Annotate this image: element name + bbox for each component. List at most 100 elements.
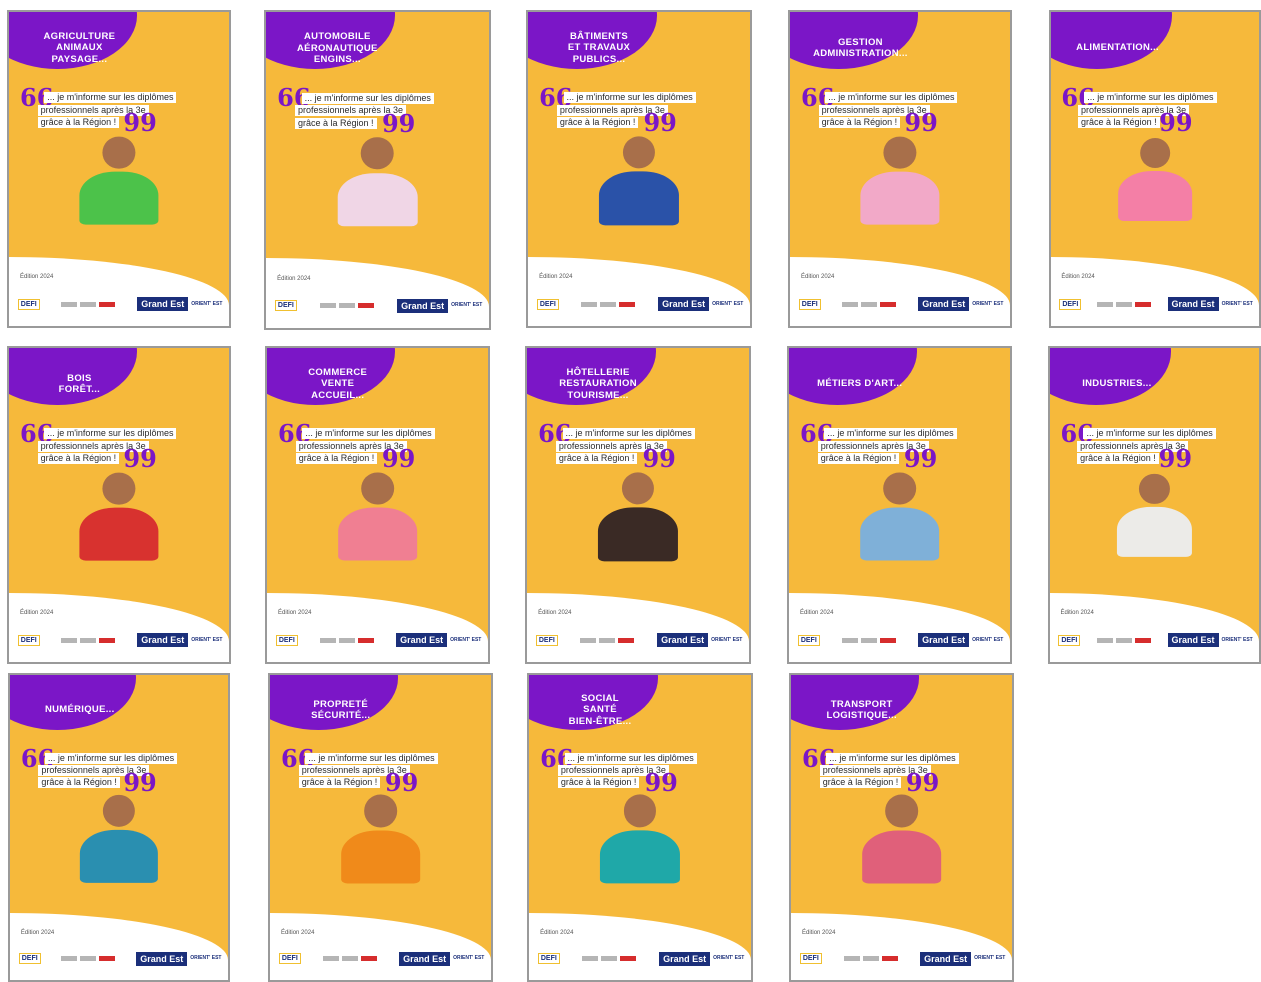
brochure-card[interactable]: ALIMENTATION... 66... je m'informe sur le… [1049, 10, 1261, 328]
defi-logo: DEFI [17, 298, 40, 310]
card-footer: DEFI Grand Est ORIENT' EST [799, 946, 1005, 970]
republique-logo [601, 956, 618, 962]
quote-line-3: grâce à la Région ! [817, 453, 900, 465]
student-torso [1117, 507, 1192, 558]
student-torso [859, 507, 940, 561]
edition-label: Édition 2024 [278, 610, 312, 617]
partner-logos [1083, 637, 1164, 643]
close-quote-icon: 99 [642, 443, 676, 473]
onisep-logo [881, 956, 898, 962]
partner-logos [304, 956, 396, 962]
quote-line-1: ... je m'informe sur les diplômes [305, 752, 438, 764]
student-photo [587, 472, 689, 561]
orient-est-logo: ORIENT' EST [972, 300, 1004, 307]
partner-logos [44, 956, 134, 962]
brochure-card[interactable]: AUTOMOBILE AÉRONAUTIQUE ENGINS... 66... j… [264, 10, 491, 330]
orient-est-logo: ORIENT' EST [190, 955, 222, 962]
edition-label: Édition 2024 [801, 274, 835, 281]
republique-logo [341, 956, 358, 962]
republique-logo [861, 301, 878, 307]
card-footer: DEFI Grand Est ORIENT' EST [17, 627, 222, 652]
close-quote-icon: 99 [123, 768, 157, 798]
student-torso [337, 172, 418, 227]
edition-label: Édition 2024 [20, 274, 54, 281]
partner-logo [61, 301, 78, 307]
grand-est-logo: Grand Est [657, 633, 709, 648]
brochure-card[interactable]: AGRICULTURE ANIMAUX PAYSAGE... 66... je m… [7, 10, 231, 328]
brochure-card[interactable]: BOIS FORÊT... 66... je m'informe sur les … [7, 346, 231, 664]
partner-logos [563, 956, 656, 962]
grand-est-logo: Grand Est [658, 297, 710, 312]
onisep-logo [99, 637, 116, 643]
onisep-logo [618, 637, 635, 643]
onisep-logo [1134, 637, 1151, 643]
brochure-card[interactable]: HÔTELLERIE RESTAURATION TOURISME... 66...… [525, 346, 751, 664]
brochure-card[interactable]: TRANSPORT LOGISTIQUE... 66... je m'inform… [789, 673, 1014, 982]
defi-logo: DEFI [1059, 298, 1082, 310]
student-photo [327, 472, 429, 561]
close-quote-icon: 99 [384, 768, 419, 798]
student-photo [589, 794, 691, 884]
student-torso [79, 507, 159, 561]
card-footer: DEFI Grand Est ORIENT' EST [1059, 291, 1253, 316]
brochure-card[interactable]: BÂTIMENTS ET TRAVAUX PUBLICS... 66... je … [526, 10, 752, 328]
partner-logos [1084, 301, 1164, 307]
grand-est-logo: Grand Est [397, 298, 449, 313]
brochure-card[interactable]: GESTION ADMINISTRATION... 66... je m'info… [788, 10, 1012, 328]
orient-est-logo: ORIENT' EST [453, 955, 485, 962]
partner-logo [319, 637, 336, 643]
student-head [622, 136, 656, 169]
onisep-logo [357, 637, 374, 643]
card-title: AGRICULTURE ANIMAUX PAYSAGE... [43, 31, 116, 65]
student-head [623, 794, 657, 828]
brochure-card[interactable]: COMMERCE VENTE ACCUEIL... 66... je m'info… [265, 346, 490, 664]
partner-logo [319, 303, 336, 309]
student-head [361, 472, 394, 505]
student-torso [860, 171, 940, 225]
brochure-card[interactable]: PROPRETÉ SÉCURITÉ... 66... je m'informe s… [268, 673, 493, 982]
card-footer: DEFI Grand Est ORIENT' EST [275, 627, 481, 652]
edition-label: Édition 2024 [802, 929, 836, 936]
card-title: AUTOMOBILE AÉRONAUTIQUE ENGINS... [297, 31, 378, 66]
close-quote-icon: 99 [644, 768, 678, 798]
card-title: BOIS FORÊT... [58, 372, 101, 396]
student-torso [861, 830, 942, 884]
edition-label: Édition 2024 [1061, 274, 1095, 281]
quote-line-3: grâce à la Région ! [555, 453, 638, 465]
brochure-card[interactable]: INDUSTRIES... 66... je m'informe sur les … [1048, 346, 1261, 664]
grand-est-logo: Grand Est [399, 951, 451, 966]
student-photo [326, 136, 429, 227]
card-title: TRANSPORT LOGISTIQUE... [826, 698, 897, 722]
quote-line-1: ... je m'informe sur les diplômes [562, 428, 695, 440]
card-title: GESTION ADMINISTRATION... [813, 36, 908, 60]
partner-logo [843, 956, 860, 962]
brochure-card[interactable]: SOCIAL SANTÉ BIEN-ÊTRE... 66... je m'info… [527, 673, 753, 982]
brochure-card[interactable]: NUMÉRIQUE... 66... je m'informe sur les d… [8, 673, 230, 982]
onisep-logo [99, 301, 116, 307]
republique-logo [1116, 301, 1133, 307]
brochure-card[interactable]: MÉTIERS D'ART... 66... je m'informe sur l… [787, 346, 1012, 664]
student-photo [1106, 473, 1202, 558]
card-title: HÔTELLERIE RESTAURATION TOURISME... [559, 367, 637, 401]
student-torso [79, 171, 159, 225]
partner-logos [823, 637, 915, 643]
close-quote-icon: 99 [381, 108, 416, 138]
defi-logo: DEFI [535, 634, 558, 646]
orient-est-logo: ORIENT' EST [972, 636, 1004, 643]
partner-logo [322, 956, 339, 962]
partner-logos [824, 301, 915, 307]
quote-line-3: grâce à la Région ! [294, 117, 377, 129]
partner-logo [61, 637, 78, 643]
card-footer: DEFI Grand Est ORIENT' EST [797, 627, 1004, 652]
student-torso [599, 171, 679, 225]
orient-est-logo: ORIENT' EST [712, 300, 744, 307]
student-head [102, 472, 136, 505]
edition-label: Édition 2024 [1060, 610, 1094, 617]
partner-logo [61, 956, 78, 962]
card-title: NUMÉRIQUE... [44, 704, 115, 716]
student-photo [849, 136, 950, 225]
card-footer: DEFI Grand Est ORIENT' EST [278, 946, 485, 970]
partner-logos [43, 301, 134, 307]
student-head [361, 136, 394, 170]
partner-logo [582, 956, 599, 962]
